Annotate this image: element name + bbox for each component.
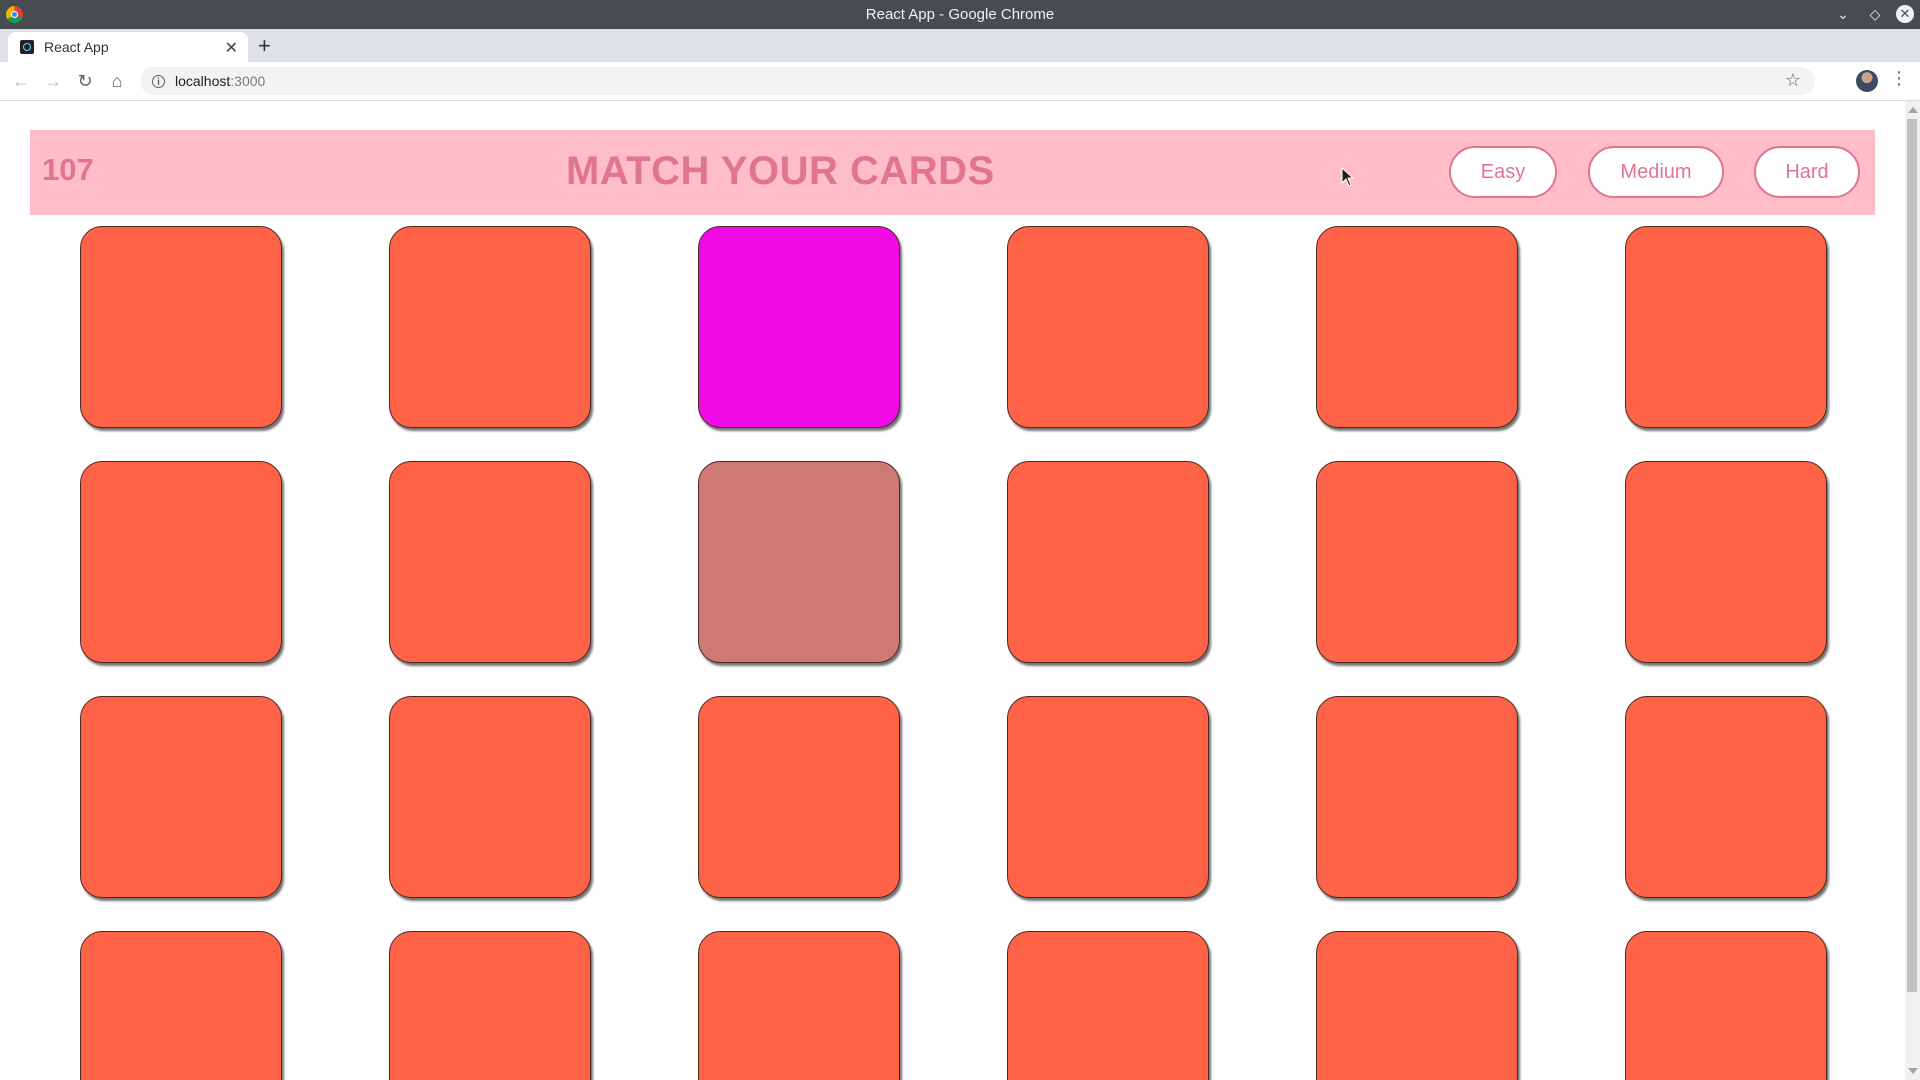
card-back[interactable] [1316,461,1518,663]
tab-react-app[interactable]: React App ✕ [8,32,248,62]
url-port: :3000 [230,73,266,89]
medium-button[interactable]: Medium [1588,146,1724,198]
card-back[interactable] [80,931,282,1080]
card-back[interactable] [1007,696,1209,898]
page-viewport: 107 MATCH YOUR CARDS Easy Medium Hard [0,101,1905,1080]
tab-strip: React App ✕ + [0,29,1920,62]
address-bar[interactable]: i localhost:3000 ☆ [140,67,1815,95]
card-back[interactable] [80,461,282,663]
chrome-icon [6,6,23,23]
site-info-icon[interactable]: i [152,74,165,88]
score-counter: 107 [42,152,94,187]
card-back[interactable] [1007,931,1209,1080]
close-window-icon[interactable]: ✕ [1896,5,1914,23]
chrome-menu-icon[interactable]: ⋮ [1890,68,1908,89]
card-back[interactable] [389,696,591,898]
page-title: MATCH YOUR CARDS [566,149,995,193]
back-arrow-icon[interactable]: ← [8,68,34,94]
card-back[interactable] [1007,461,1209,663]
scroll-down-arrow-icon[interactable] [1908,1068,1918,1074]
reload-icon[interactable]: ↻ [72,68,98,94]
card-back[interactable] [1316,696,1518,898]
card-back[interactable] [80,226,282,428]
scrollbar-thumb[interactable] [1907,119,1917,992]
url-host: localhost [175,73,231,89]
forward-arrow-icon[interactable]: → [40,68,66,94]
maximize-icon[interactable]: ◇ [1864,3,1886,25]
game-header: 107 MATCH YOUR CARDS Easy Medium Hard [30,130,1875,215]
card-back[interactable] [389,931,591,1080]
scroll-up-arrow-icon[interactable] [1908,107,1918,113]
card-back[interactable] [698,931,900,1080]
card-revealed[interactable] [698,226,900,428]
card-back[interactable] [1316,931,1518,1080]
card-back[interactable] [389,226,591,428]
tab-label: React App [44,39,109,55]
new-tab-icon[interactable]: + [258,33,271,59]
window-controls: ⌄ ◇ ✕ [1832,3,1914,25]
card-back[interactable] [1316,226,1518,428]
react-favicon-icon [20,40,34,54]
minimize-icon[interactable]: ⌄ [1832,3,1854,25]
home-icon[interactable]: ⌂ [104,68,130,94]
window-titlebar: React App - Google Chrome ⌄ ◇ ✕ [0,0,1920,29]
card-back[interactable] [1625,461,1827,663]
card-back[interactable] [80,696,282,898]
window-title: React App - Google Chrome [865,6,1055,23]
vertical-scrollbar[interactable] [1905,101,1920,1080]
card-matched[interactable] [698,461,900,663]
browser-toolbar: ← → ↻ ⌂ i localhost:3000 ☆ ⋮ [0,62,1920,101]
easy-button[interactable]: Easy [1449,146,1557,198]
card-back[interactable] [1625,696,1827,898]
profile-avatar[interactable] [1856,70,1878,92]
card-back[interactable] [698,696,900,898]
card-back[interactable] [1007,226,1209,428]
tab-close-icon[interactable]: ✕ [225,38,238,58]
hard-button[interactable]: Hard [1754,146,1860,198]
bookmark-star-icon[interactable]: ☆ [1785,70,1801,91]
card-back[interactable] [1625,226,1827,428]
card-back[interactable] [389,461,591,663]
card-back[interactable] [1625,931,1827,1080]
